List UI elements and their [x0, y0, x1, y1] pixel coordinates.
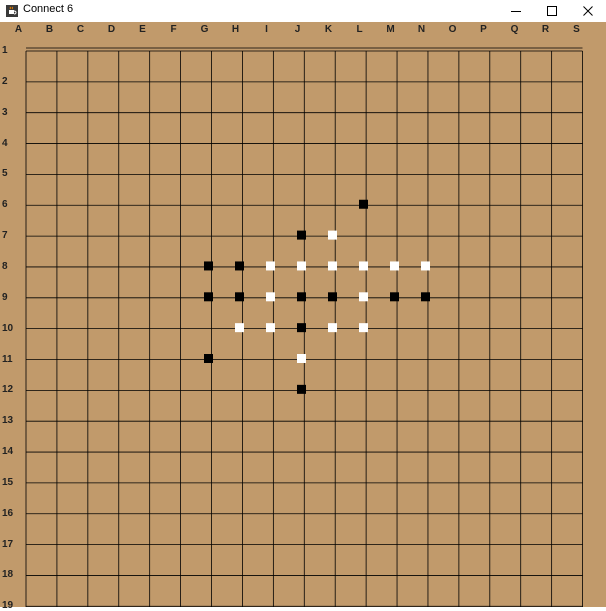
column-label: E — [139, 24, 146, 35]
row-label: 11 — [2, 353, 13, 365]
black-stone[interactable] — [390, 292, 399, 302]
white-stone[interactable] — [359, 323, 368, 333]
row-label: 10 — [2, 322, 14, 334]
black-stone[interactable] — [235, 261, 244, 271]
white-stone[interactable] — [421, 261, 430, 271]
minimize-icon — [510, 5, 522, 17]
black-stone[interactable] — [297, 230, 306, 240]
column-label: F — [170, 24, 177, 35]
column-label: A — [14, 24, 23, 35]
white-stone[interactable] — [390, 261, 399, 271]
black-stone[interactable] — [297, 292, 306, 302]
white-stone[interactable] — [297, 354, 306, 363]
row-label: 14 — [2, 446, 14, 458]
row-label: 5 — [2, 168, 8, 180]
close-button[interactable] — [570, 0, 606, 22]
column-label: C — [76, 24, 85, 35]
row-label: 19 — [2, 600, 14, 611]
column-label: Q — [510, 24, 519, 35]
row-label: 17 — [2, 538, 14, 550]
column-label: P — [480, 24, 487, 35]
window-title: Connect 6 — [23, 3, 74, 15]
column-label: G — [200, 24, 209, 35]
column-label: J — [294, 24, 301, 35]
white-stone[interactable] — [266, 261, 275, 271]
row-label: 13 — [2, 415, 14, 427]
row-label: 15 — [2, 476, 14, 488]
maximize-icon — [546, 5, 558, 17]
white-stone[interactable] — [235, 323, 244, 333]
black-stone[interactable] — [297, 323, 306, 333]
row-label: 3 — [2, 106, 8, 118]
row-label: 16 — [2, 507, 14, 519]
black-stone[interactable] — [235, 292, 244, 302]
java-cup-icon — [5, 4, 19, 18]
game-board[interactable] — [0, 22, 606, 607]
column-label: B — [45, 24, 54, 35]
title-bar: Connect 6 — [0, 0, 606, 22]
black-stone[interactable] — [359, 199, 368, 209]
column-label: H — [231, 24, 240, 35]
row-label: 2 — [2, 75, 8, 87]
row-label: 18 — [2, 569, 14, 581]
white-stone[interactable] — [328, 323, 337, 333]
close-icon — [582, 5, 594, 17]
white-stone[interactable] — [266, 323, 275, 333]
column-label: L — [356, 24, 363, 35]
game-board-frame[interactable]: A B C D E F G H I J K L M N O P Q R S 1 2 3 4 5 6 7 8 9 10 11 12 13 14 15… — [0, 22, 606, 611]
white-stone[interactable] — [359, 292, 368, 302]
row-label: 1 — [2, 45, 8, 56]
column-label: M — [386, 24, 395, 35]
black-stone[interactable] — [204, 354, 213, 363]
column-label: S — [573, 24, 580, 35]
column-label: K — [324, 24, 333, 35]
column-label: N — [417, 24, 426, 35]
minimize-button[interactable] — [498, 0, 534, 22]
column-label: I — [265, 24, 268, 35]
row-label: 7 — [2, 230, 8, 242]
black-stone[interactable] — [204, 261, 213, 271]
row-label: 8 — [2, 260, 8, 272]
maximize-button[interactable] — [534, 0, 570, 22]
white-stone[interactable] — [328, 261, 337, 271]
white-stone[interactable] — [359, 261, 368, 271]
row-label: 4 — [2, 137, 8, 149]
white-stone[interactable] — [328, 230, 337, 240]
white-stone[interactable] — [266, 292, 275, 302]
black-stone[interactable] — [297, 384, 306, 394]
black-stone[interactable] — [328, 292, 337, 302]
white-stone[interactable] — [297, 261, 306, 271]
black-stone[interactable] — [204, 292, 213, 302]
row-label: 6 — [2, 199, 8, 211]
black-stone[interactable] — [421, 292, 430, 302]
row-label: 9 — [2, 291, 8, 303]
column-label: D — [107, 24, 116, 35]
row-label: 12 — [2, 384, 14, 396]
column-label: O — [448, 24, 457, 35]
column-label: R — [541, 24, 550, 35]
